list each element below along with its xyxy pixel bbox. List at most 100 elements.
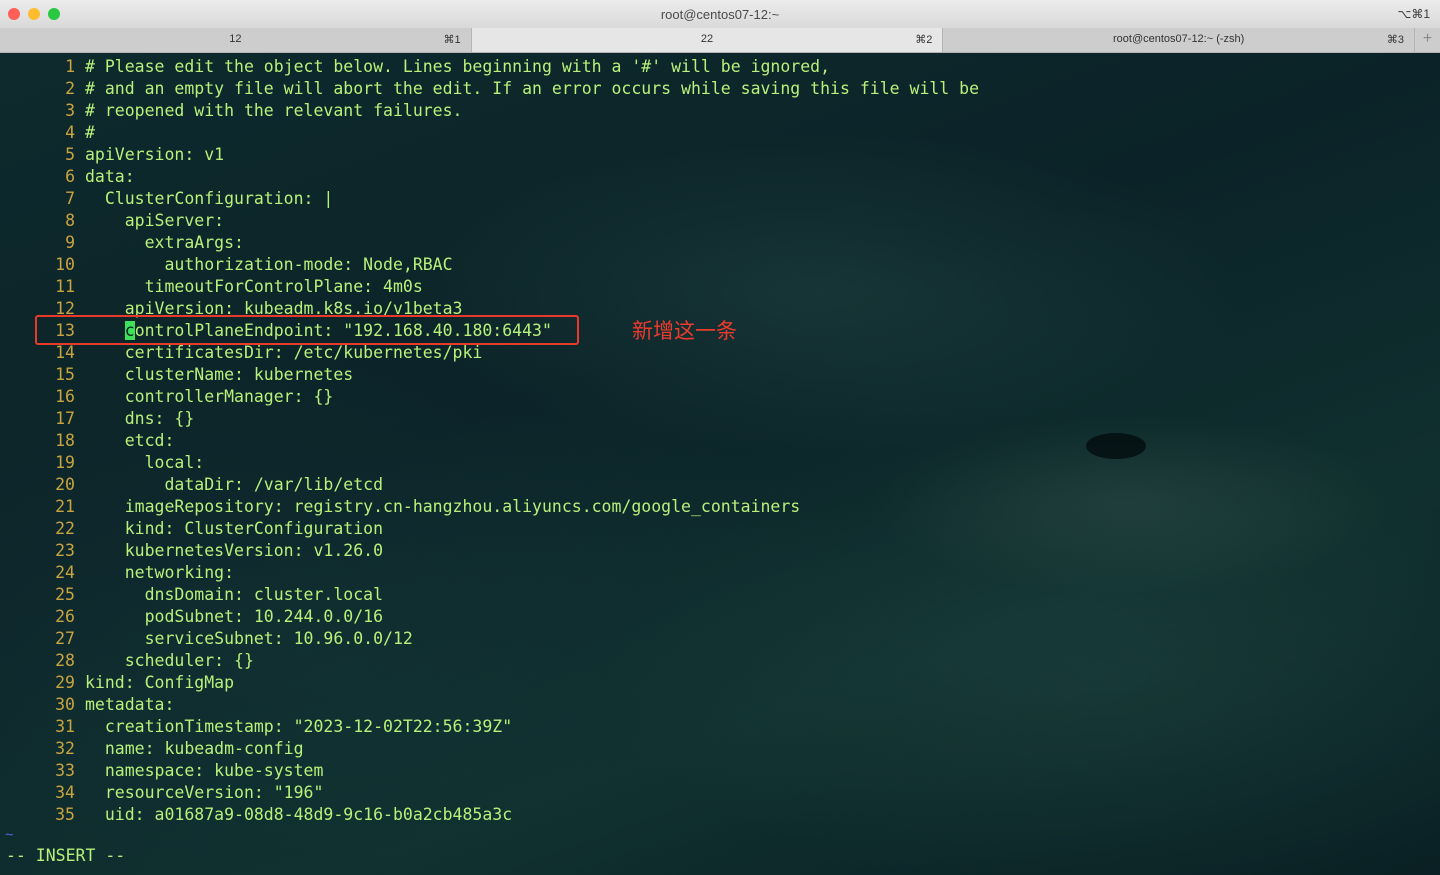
- code-line[interactable]: 34 resourceVersion: "196": [0, 782, 323, 804]
- line-text: authorization-mode: Node,RBAC: [85, 255, 453, 274]
- code-line[interactable]: 26 podSubnet: 10.244.0.0/16: [0, 606, 383, 628]
- annotation-label: 新增这一条: [632, 319, 737, 343]
- line-text: dns: {}: [85, 409, 195, 428]
- tab-2[interactable]: 22 ⌘2: [471, 28, 944, 52]
- code-line[interactable]: 24 networking:: [0, 562, 234, 584]
- code-line[interactable]: 7 ClusterConfiguration: |: [0, 188, 333, 210]
- empty-line-marker: ~: [5, 827, 14, 843]
- terminal-content[interactable]: 1 # Please edit the object below. Lines b…: [0, 53, 1440, 875]
- line-number: 22: [55, 519, 75, 538]
- line-text: timeoutForControlPlane: 4m0s: [85, 277, 423, 296]
- line-text: kind: ConfigMap: [85, 673, 235, 692]
- line-text: podSubnet: 10.244.0.0/16: [85, 607, 384, 626]
- code-line[interactable]: 17 dns: {}: [0, 408, 194, 430]
- code-line[interactable]: 5 apiVersion: v1: [0, 144, 224, 166]
- code-line[interactable]: 22 kind: ClusterConfiguration: [0, 518, 383, 540]
- code-line[interactable]: 18 etcd:: [0, 430, 174, 452]
- code-line[interactable]: 29 kind: ConfigMap: [0, 672, 234, 694]
- line-number: 24: [55, 563, 75, 582]
- line-number: 2: [65, 79, 75, 98]
- line-number: 10: [55, 255, 75, 274]
- line-number: 31: [55, 717, 75, 736]
- window-title: root@centos07-12:~: [660, 7, 780, 22]
- line-text: dataDir: /var/lib/etcd: [85, 475, 384, 494]
- code-line[interactable]: 2 # and an empty file will abort the edit…: [0, 78, 979, 100]
- line-number: 18: [55, 431, 75, 450]
- code-line[interactable]: 35 uid: a01687a9-08d8-48d9-9c16-b0a2cb48…: [0, 804, 512, 826]
- line-text: # Please edit the object below. Lines be…: [85, 57, 831, 76]
- tab-1[interactable]: 12 ⌘1: [0, 28, 472, 52]
- code-line[interactable]: 14 certificatesDir: /etc/kubernetes/pki: [0, 342, 482, 364]
- line-text: # reopened with the relevant failures.: [85, 101, 463, 120]
- tab-shortcut: ⌘2: [915, 34, 933, 46]
- line-number: 35: [55, 805, 75, 824]
- code-line[interactable]: 30 metadata:: [0, 694, 174, 716]
- line-text: #: [85, 123, 95, 142]
- code-line[interactable]: 20 dataDir: /var/lib/etcd: [0, 474, 383, 496]
- new-tab-button[interactable]: +: [1415, 28, 1440, 52]
- code-line[interactable]: 28 scheduler: {}: [0, 650, 254, 672]
- line-number: 28: [55, 651, 75, 670]
- line-number: 6: [65, 167, 75, 186]
- code-line[interactable]: 15 clusterName: kubernetes: [0, 364, 353, 386]
- line-number: 8: [65, 211, 75, 230]
- line-number: 19: [55, 453, 75, 472]
- line-text: # and an empty file will abort the edit.…: [85, 79, 980, 98]
- line-text: ClusterConfiguration: |: [85, 189, 334, 208]
- window-shortcut: ⌥⌘1: [1397, 7, 1430, 21]
- code-line[interactable]: 19 local:: [0, 452, 204, 474]
- line-number: 25: [55, 585, 75, 604]
- code-line[interactable]: 31 creationTimestamp: "2023-12-02T22:56:…: [0, 716, 512, 738]
- code-line[interactable]: 21 imageRepository: registry.cn-hangzhou…: [0, 496, 800, 518]
- code-line[interactable]: 1 # Please edit the object below. Lines b…: [0, 56, 830, 78]
- line-number: 30: [55, 695, 75, 714]
- line-number: 17: [55, 409, 75, 428]
- code-line[interactable]: 9 extraArgs:: [0, 232, 244, 254]
- tab-3[interactable]: root@centos07-12:~ (-zsh) ⌘3: [943, 28, 1416, 52]
- line-number: 4: [65, 123, 75, 142]
- code-line[interactable]: 10 authorization-mode: Node,RBAC: [0, 254, 452, 276]
- line-number: 23: [55, 541, 75, 560]
- line-number: 29: [55, 673, 75, 692]
- line-number: 5: [65, 145, 75, 164]
- line-text: metadata:: [85, 695, 175, 714]
- code-line[interactable]: 11 timeoutForControlPlane: 4m0s: [0, 276, 423, 298]
- line-number: 11: [55, 277, 75, 296]
- line-text: name: kubeadm-config: [85, 739, 304, 758]
- line-number: 26: [55, 607, 75, 626]
- code-line[interactable]: 4 #: [0, 122, 95, 144]
- line-number: 33: [55, 761, 75, 780]
- highlight-box: [35, 315, 579, 345]
- code-line[interactable]: 25 dnsDomain: cluster.local: [0, 584, 383, 606]
- line-number: 3: [65, 101, 75, 120]
- editor-buffer[interactable]: 1 # Please edit the object below. Lines b…: [0, 56, 979, 826]
- line-number: 15: [55, 365, 75, 384]
- tab-label: 12: [229, 33, 242, 45]
- code-line[interactable]: 8 apiServer:: [0, 210, 224, 232]
- line-text: local:: [85, 453, 205, 472]
- line-text: resourceVersion: "196": [85, 783, 324, 802]
- line-text: namespace: kube-system: [85, 761, 324, 780]
- tab-shortcut: ⌘3: [1386, 34, 1405, 46]
- line-text: controllerManager: {}: [85, 387, 334, 406]
- code-line[interactable]: 23 kubernetesVersion: v1.26.0: [0, 540, 383, 562]
- line-number: 20: [55, 475, 75, 494]
- line-text: data:: [85, 167, 135, 186]
- code-line[interactable]: 6 data:: [0, 166, 135, 188]
- tab-label: root@centos07-12:~ (-zsh): [1113, 33, 1245, 45]
- tab-shortcut: ⌘1: [443, 34, 461, 46]
- code-line[interactable]: 3 # reopened with the relevant failures.: [0, 100, 462, 122]
- line-text: networking:: [85, 563, 235, 582]
- line-text: extraArgs:: [85, 233, 244, 252]
- line-number: 27: [55, 629, 75, 648]
- line-text: etcd:: [85, 431, 175, 450]
- line-number: 14: [55, 343, 75, 362]
- code-line[interactable]: 16 controllerManager: {}: [0, 386, 333, 408]
- line-text: creationTimestamp: "2023-12-02T22:56:39Z…: [85, 717, 513, 736]
- line-text: apiServer:: [85, 211, 225, 230]
- code-line[interactable]: 27 serviceSubnet: 10.96.0.0/12: [0, 628, 413, 650]
- line-number: 34: [55, 783, 75, 802]
- line-number: 7: [65, 189, 75, 208]
- code-line[interactable]: 32 name: kubeadm-config: [0, 738, 303, 760]
- code-line[interactable]: 33 namespace: kube-system: [0, 760, 323, 782]
